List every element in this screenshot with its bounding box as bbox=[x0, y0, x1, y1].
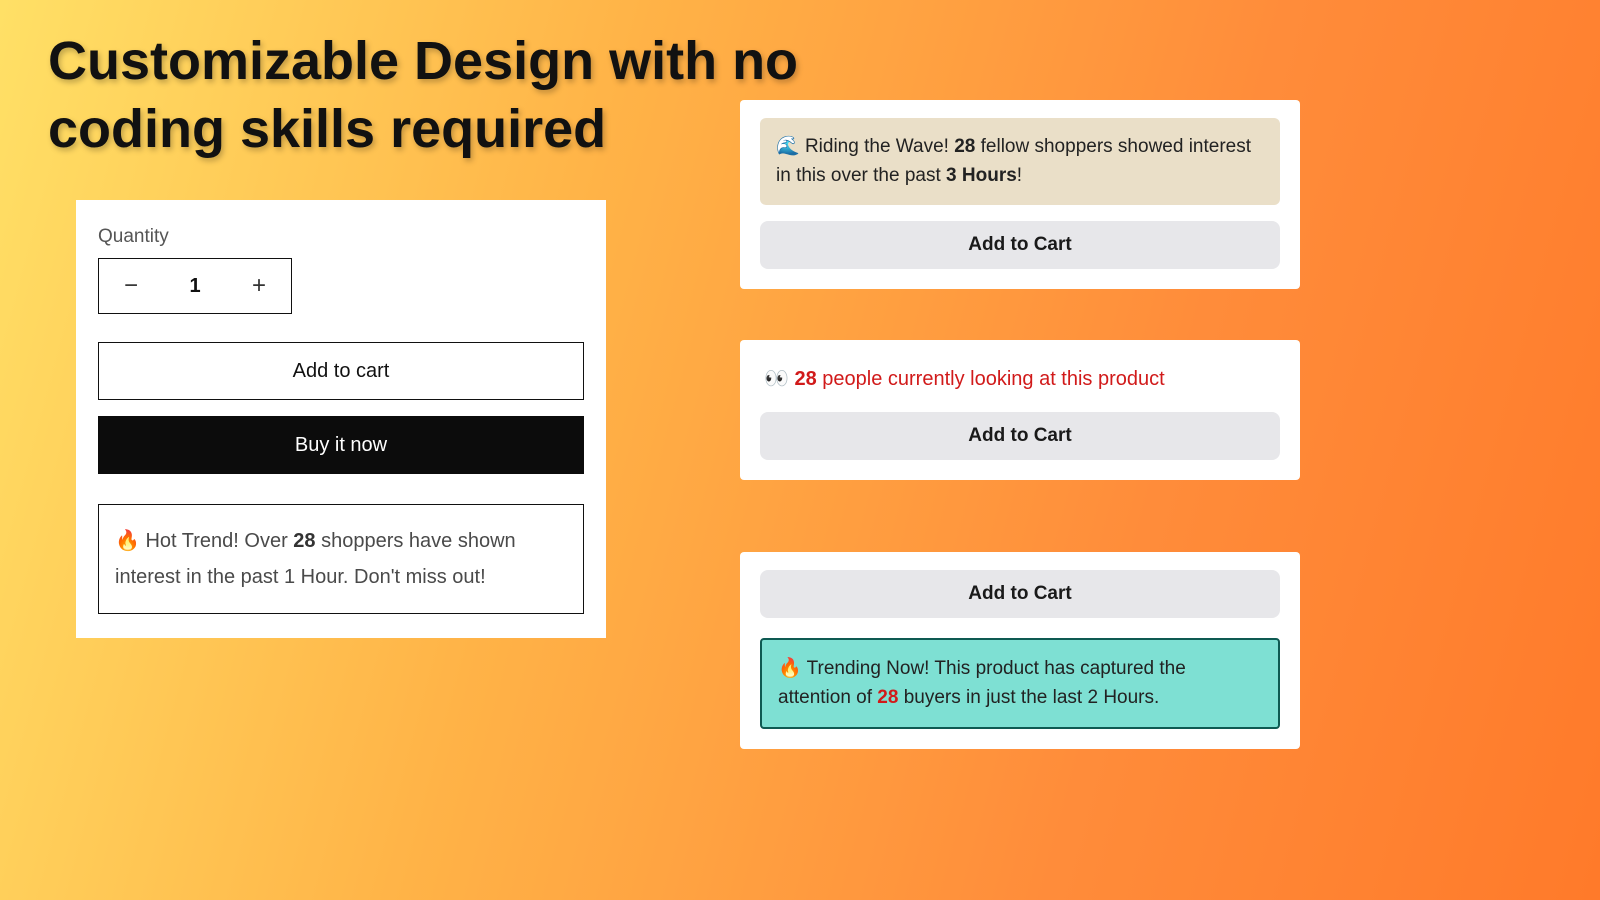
example-card-wave: 🌊 Riding the Wave! 28 fellow shoppers sh… bbox=[740, 100, 1300, 289]
fire-icon: 🔥 bbox=[778, 658, 802, 679]
wave-time: 3 Hours bbox=[946, 165, 1017, 186]
add-to-cart-button[interactable]: Add to Cart bbox=[760, 221, 1280, 269]
quantity-increase-button[interactable]: + bbox=[227, 272, 291, 300]
trending-tail: buyers in just the last 2 Hours. bbox=[898, 687, 1159, 708]
example-card-trending: Add to Cart 🔥 Trending Now! This product… bbox=[740, 552, 1300, 749]
eyes-notice: 👀 28 people currently looking at this pr… bbox=[760, 358, 1280, 412]
trend-lead: Hot Trend! Over bbox=[140, 530, 293, 552]
product-card-left: Quantity − 1 + Add to cart Buy it now 🔥 … bbox=[76, 200, 606, 638]
fire-icon: 🔥 bbox=[115, 530, 140, 552]
add-to-cart-button[interactable]: Add to Cart bbox=[760, 570, 1280, 618]
add-to-cart-button[interactable]: Add to cart bbox=[98, 342, 584, 400]
trend-notice: 🔥 Hot Trend! Over 28 shoppers have shown… bbox=[98, 504, 584, 614]
example-card-eyes: 👀 28 people currently looking at this pr… bbox=[740, 340, 1300, 480]
trending-count: 28 bbox=[877, 687, 898, 708]
wave-lead: Riding the Wave! bbox=[800, 136, 955, 157]
wave-icon: 🌊 bbox=[776, 136, 800, 157]
trending-notice: 🔥 Trending Now! This product has capture… bbox=[760, 638, 1280, 729]
quantity-decrease-button[interactable]: − bbox=[99, 272, 163, 300]
wave-count: 28 bbox=[954, 136, 975, 157]
quantity-label: Quantity bbox=[98, 226, 584, 248]
quantity-stepper: − 1 + bbox=[98, 258, 292, 314]
eyes-icon: 👀 bbox=[764, 368, 789, 390]
wave-notice: 🌊 Riding the Wave! 28 fellow shoppers sh… bbox=[760, 118, 1280, 205]
eyes-count: 28 bbox=[794, 368, 816, 390]
quantity-value: 1 bbox=[163, 275, 227, 298]
add-to-cart-button[interactable]: Add to Cart bbox=[760, 412, 1280, 460]
wave-tail: ! bbox=[1017, 165, 1022, 186]
trend-count: 28 bbox=[293, 530, 315, 552]
buy-now-button[interactable]: Buy it now bbox=[98, 416, 584, 474]
eyes-tail: people currently looking at this product bbox=[817, 368, 1165, 390]
